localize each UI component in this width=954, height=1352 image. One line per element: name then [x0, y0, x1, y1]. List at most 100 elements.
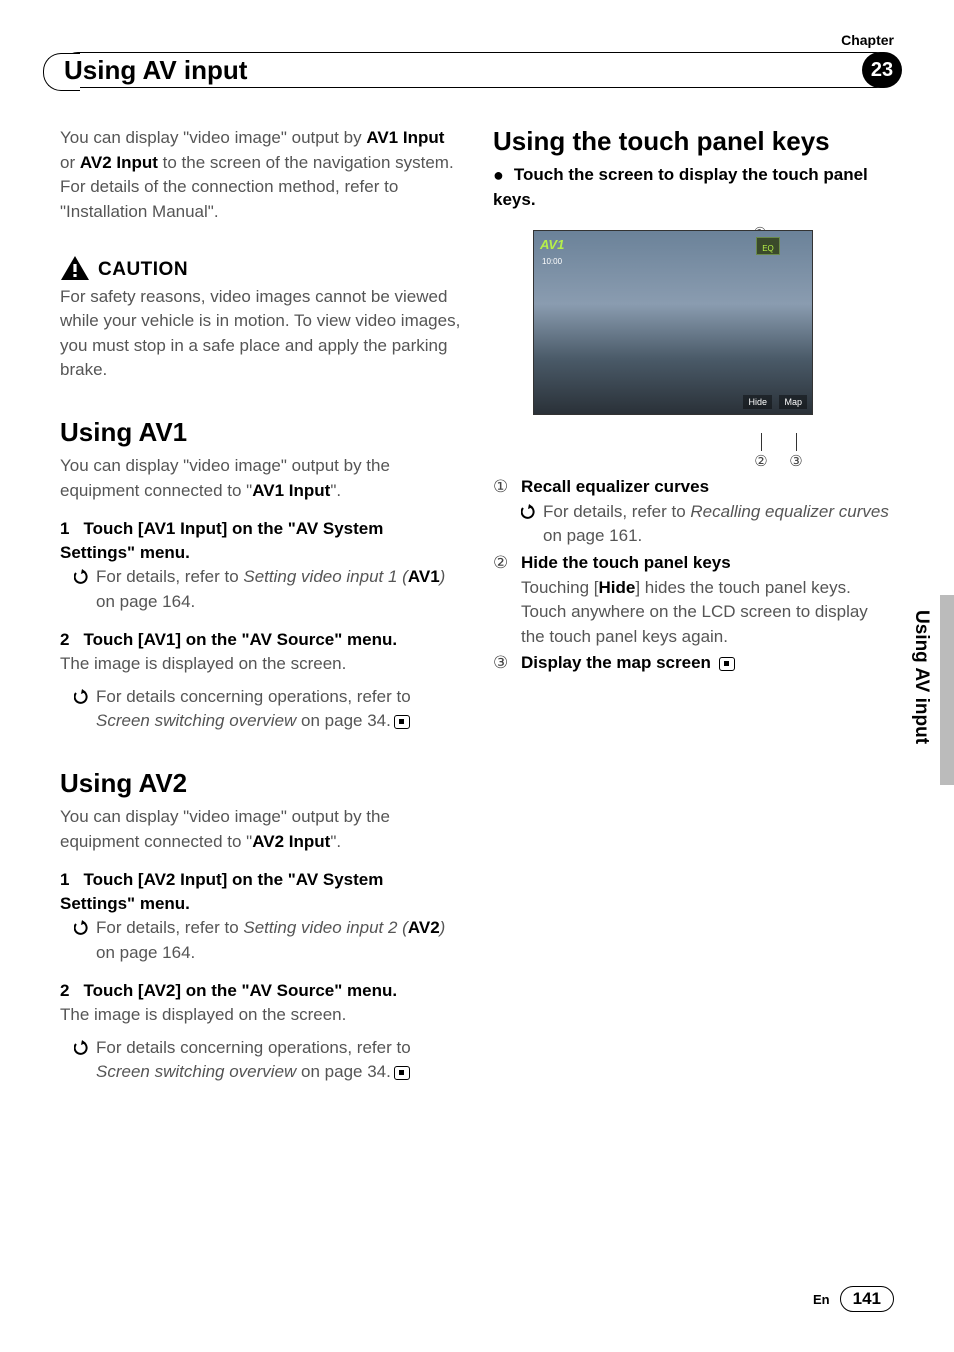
end-mark-icon: [394, 715, 410, 729]
t: AV2: [408, 918, 440, 937]
caution-label: CAUTION: [98, 259, 188, 281]
t: For details concerning operations, refer…: [96, 687, 411, 706]
intro-or: or: [60, 153, 80, 172]
t: For details, refer to: [96, 567, 243, 586]
side-tab-bg: [940, 595, 954, 785]
t: ): [440, 918, 446, 937]
t: on page 161.: [543, 526, 642, 545]
t: Touching [: [521, 578, 599, 597]
callout-line: [761, 433, 762, 451]
av2-step2: 2 Touch [AV2] on the "AV Source" menu.: [60, 979, 461, 1003]
ref-arrow-icon: [521, 502, 536, 527]
t: on page 34.: [296, 711, 391, 730]
av1-step2-text: Touch [AV1] on the "AV Source" menu.: [83, 630, 397, 649]
end-mark-icon: [394, 1066, 410, 1080]
screenshot-wrap: ① AV1 10:00 EQ Hide Map ② ③: [493, 230, 823, 415]
end-mark-icon: [719, 657, 735, 671]
def-2: ② Hide the touch panel keys Touching [Hi…: [493, 551, 894, 650]
caution-text: For safety reasons, video images cannot …: [60, 285, 461, 384]
callout-3: ③: [787, 452, 805, 470]
ref-arrow-icon: [74, 1038, 89, 1063]
t: ): [440, 567, 446, 586]
definition-list: ① Recall equalizer curves For details, r…: [493, 475, 894, 676]
touch-heading: Using the touch panel keys: [493, 126, 894, 157]
ref-arrow-icon: [74, 687, 89, 712]
t: Setting video input 1 (: [243, 567, 407, 586]
bullet-icon: ●: [493, 165, 504, 185]
def-2-num: ②: [493, 551, 515, 650]
t: on page 164.: [96, 943, 195, 962]
chapter-label: Chapter: [841, 32, 894, 48]
av1-step1: 1Touch [AV1 Input] on the "AV System Set…: [60, 517, 461, 565]
chapter-number-badge: 23: [862, 52, 902, 88]
av2-step1-text: Touch [AV2 Input] on the "AV System Sett…: [60, 870, 383, 913]
page-footer: En 141: [813, 1286, 894, 1312]
av1-step1-num: 1: [60, 519, 69, 538]
av2-step2-text: Touch [AV2] on the "AV Source" menu.: [83, 981, 397, 1000]
av2-step2-body: The image is displayed on the screen.: [60, 1003, 461, 1028]
av2-heading: Using AV2: [60, 768, 461, 799]
caution-heading: CAUTION: [60, 255, 461, 281]
ss-map-button: Map: [779, 395, 807, 409]
av2-step1: 1Touch [AV2 Input] on the "AV System Set…: [60, 868, 461, 916]
ss-time-label: 10:00: [542, 257, 562, 266]
av2-intro: You can display "video image" output by …: [60, 805, 461, 854]
t: on page 34.: [296, 1062, 391, 1081]
touch-lead: ●Touch the screen to display the touch p…: [493, 163, 894, 212]
footer-page-number: 141: [840, 1286, 894, 1312]
def-2-title: Hide the touch panel keys: [521, 553, 731, 572]
t: ".: [330, 832, 341, 851]
ss-source-label: AV1: [540, 237, 564, 252]
t: Recalling equalizer curves: [690, 502, 888, 521]
av1-step2-body: The image is displayed on the screen.: [60, 652, 461, 677]
t: For details, refer to: [543, 502, 690, 521]
intro-av1: AV1 Input: [366, 128, 444, 147]
av2-step1-num: 1: [60, 870, 69, 889]
av-screenshot: AV1 10:00 EQ Hide Map: [533, 230, 813, 415]
t: AV2 Input: [252, 832, 330, 851]
t: Setting video input 2 (: [243, 918, 407, 937]
def-3-num: ③: [493, 651, 515, 676]
left-column: You can display "video image" output by …: [60, 126, 461, 1085]
intro-text: You can display "video image" output by: [60, 128, 366, 147]
callout-line: [796, 433, 797, 451]
page-title: Using AV input: [60, 55, 255, 86]
ref-arrow-icon: [74, 567, 89, 592]
av2-step2-num: 2: [60, 981, 69, 1000]
av1-intro-b: AV1 Input: [252, 481, 330, 500]
intro-av2: AV2 Input: [80, 153, 158, 172]
t: Screen switching overview: [96, 711, 296, 730]
def-1: ① Recall equalizer curves For details, r…: [493, 475, 894, 549]
av1-step2-num: 2: [60, 630, 69, 649]
ss-eq-button: EQ: [756, 237, 780, 255]
chapter-header: Using AV input 23: [60, 55, 894, 86]
av1-step2: 2 Touch [AV1] on the "AV Source" menu.: [60, 628, 461, 652]
def-3: ③ Display the map screen: [493, 651, 894, 676]
caution-icon: [60, 255, 90, 281]
av1-step1-ref: For details, refer to Setting video inpu…: [60, 565, 461, 614]
callout-2: ②: [752, 452, 770, 470]
t: Screen switching overview: [96, 1062, 296, 1081]
t: Hide: [599, 578, 636, 597]
ss-hide-button: Hide: [743, 395, 772, 409]
def-1-title: Recall equalizer curves: [521, 477, 709, 496]
touch-lead-text: Touch the screen to display the touch pa…: [493, 165, 868, 209]
av1-intro-c: ".: [330, 481, 341, 500]
av1-heading: Using AV1: [60, 417, 461, 448]
t: For details, refer to: [96, 918, 243, 937]
av1-step2-ref: For details concerning operations, refer…: [60, 685, 461, 734]
av1-step1-text: Touch [AV1 Input] on the "AV System Sett…: [60, 519, 383, 562]
def-3-title: Display the map screen: [521, 653, 711, 672]
t: For details concerning operations, refer…: [96, 1038, 411, 1057]
right-column: Using the touch panel keys ●Touch the sc…: [493, 126, 894, 1085]
ref-arrow-icon: [74, 918, 89, 943]
def-1-ref: For details, refer to Recalling equalize…: [521, 500, 894, 549]
av2-step1-ref: For details, refer to Setting video inpu…: [60, 916, 461, 965]
def-1-num: ①: [493, 475, 515, 549]
footer-lang: En: [813, 1292, 830, 1307]
t: on page 164.: [96, 592, 195, 611]
av2-step2-ref: For details concerning operations, refer…: [60, 1036, 461, 1085]
intro-paragraph: You can display "video image" output by …: [60, 126, 461, 225]
av1-intro: You can display "video image" output by …: [60, 454, 461, 503]
t: AV1: [408, 567, 440, 586]
